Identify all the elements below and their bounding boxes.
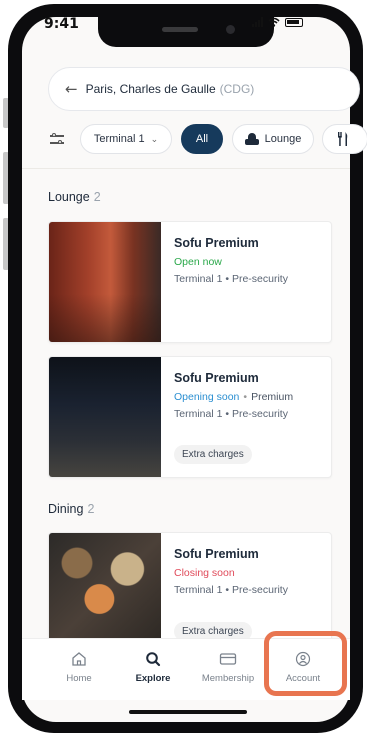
section-lounge-count: 2 [93, 190, 101, 204]
venue-name: Sofu Premium [174, 236, 259, 250]
venue-name: Sofu Premium [174, 371, 259, 385]
venue-card[interactable]: Sofu Premium Open now Terminal 1 • Pre-s… [48, 221, 332, 343]
venue-tier: Premium [251, 391, 294, 403]
venue-status-row: Open now [174, 256, 325, 268]
account-highlight-outline [264, 631, 347, 696]
search-airport-code: (CDG) [219, 82, 255, 96]
filter-bar: Terminal 1 ⌄ All Lounge [48, 124, 367, 156]
terminal-dropdown[interactable]: Terminal 1 ⌄ [80, 124, 172, 154]
venue-name: Sofu Premium [174, 547, 259, 561]
venue-photo [49, 222, 161, 342]
venue-photo [49, 533, 161, 653]
camera-icon [226, 25, 235, 34]
filter-all-label: All [195, 133, 209, 145]
terminal-label: Terminal 1 [93, 133, 145, 145]
venue-location: Terminal 1 • Pre-security [174, 584, 288, 596]
tab-explore-label: Explore [135, 673, 171, 684]
venue-photo [49, 357, 161, 477]
home-icon [72, 652, 86, 666]
venue-location: Terminal 1 • Pre-security [174, 408, 288, 420]
extra-charges-tag: Extra charges [174, 445, 252, 464]
chevron-down-icon: ⌄ [150, 133, 159, 144]
separator-dot: • [243, 391, 248, 403]
venue-status-row: Closing soon [174, 567, 325, 579]
filter-lounge-label: Lounge [264, 133, 302, 145]
section-dining-count: 2 [87, 502, 95, 516]
filter-chip-lounge[interactable]: Lounge [232, 124, 314, 154]
tab-home-label: Home [66, 673, 92, 684]
location-search-bar[interactable]: ← Paris, Charles de Gaulle (CDG) [48, 67, 360, 111]
lounge-armchair-icon [244, 133, 259, 145]
filter-chip-dining[interactable] [322, 124, 367, 154]
search-icon [146, 652, 161, 667]
back-arrow-icon[interactable]: ← [65, 80, 78, 98]
wifi-icon [268, 17, 280, 27]
tab-membership[interactable]: Membership [193, 651, 263, 684]
venue-location: Terminal 1 • Pre-security [174, 273, 288, 285]
venue-card[interactable]: Sofu Premium Opening soon • Premium Termin… [48, 356, 332, 478]
section-title-lounge: Lounge 2 [48, 190, 101, 204]
filter-sliders-icon[interactable] [50, 133, 64, 145]
section-title-dining: Dining 2 [48, 502, 94, 516]
header-divider [22, 168, 350, 169]
status-icons [252, 17, 303, 27]
home-indicator [129, 710, 247, 714]
filter-chip-all[interactable]: All [181, 124, 223, 154]
card-body: Sofu Premium Opening soon • Premium Termin… [174, 371, 325, 420]
tab-home[interactable]: Home [44, 651, 114, 684]
tab-membership-label: Membership [201, 673, 255, 684]
venue-status: Closing soon [174, 567, 235, 579]
venue-status: Open now [174, 256, 222, 268]
section-lounge-title: Lounge [48, 190, 90, 204]
signal-icon [252, 17, 263, 27]
card-icon [219, 653, 237, 665]
search-location: Paris, Charles de Gaulle [85, 82, 216, 96]
section-dining-title: Dining [48, 502, 84, 516]
battery-icon [285, 17, 303, 27]
dining-cutlery-icon [338, 132, 348, 146]
speaker-grille [162, 27, 198, 32]
card-body: Sofu Premium Closing soon Terminal 1 • P… [174, 547, 325, 596]
tab-explore[interactable]: Explore [118, 651, 188, 684]
venue-status: Opening soon [174, 391, 240, 403]
venue-status-row: Opening soon • Premium [174, 391, 325, 403]
phone-notch [98, 17, 274, 47]
status-time: 9:41 [44, 16, 79, 32]
card-body: Sofu Premium Open now Terminal 1 • Pre-s… [174, 236, 325, 285]
